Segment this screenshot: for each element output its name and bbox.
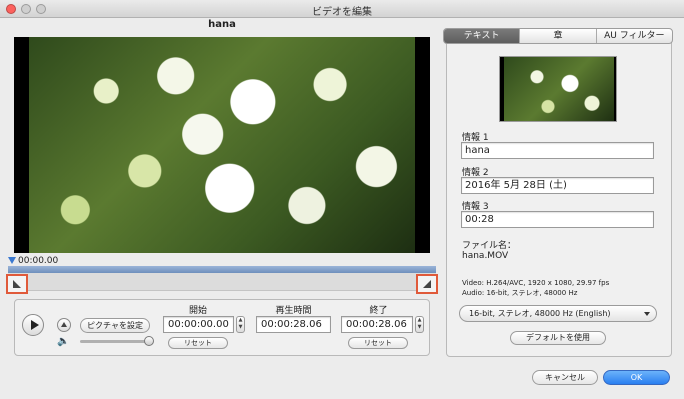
start-label: 開始 <box>188 306 207 316</box>
audio-track-select[interactable]: 16-bit, ステレオ, 48000 Hz (English) <box>459 305 657 322</box>
play-button[interactable] <box>22 314 44 336</box>
start-stepper[interactable]: ▲ ▼ <box>236 316 245 333</box>
video-title: hana <box>208 19 236 30</box>
thumbnail-image <box>499 56 617 122</box>
tab-text[interactable]: テキスト <box>444 29 521 43</box>
volume-icon: 🔈 <box>57 336 70 347</box>
current-time: 00:00.00 <box>18 256 59 266</box>
video-spec-text: Video: H.264/AVC, 1920 x 1080, 29.97 fps <box>462 279 610 287</box>
trim-start-marker[interactable] <box>6 274 28 294</box>
set-picture-button[interactable]: ピクチャを設定 <box>80 318 150 333</box>
info1-field[interactable]: hana <box>461 142 654 159</box>
playhead-timecode: 00:00.00 <box>8 256 58 266</box>
video-preview <box>14 37 430 253</box>
tab-bar: テキスト 章 AU フィルター <box>443 28 673 44</box>
ok-button[interactable]: OK <box>603 370 670 385</box>
audio-spec-text: Audio: 16-bit, ステレオ, 48000 Hz <box>462 289 578 297</box>
duration-label: 再生時間 <box>275 306 312 316</box>
use-default-button[interactable]: デフォルトを使用 <box>510 331 606 345</box>
tab-chapters[interactable]: 章 <box>520 29 597 43</box>
end-flag-icon <box>423 280 431 288</box>
title-bar: ビデオを編集 <box>0 0 684 18</box>
audio-track-value: 16-bit, ステレオ, 48000 Hz (English) <box>469 309 611 318</box>
eject-icon[interactable] <box>57 318 71 332</box>
start-reset-button[interactable]: リセット <box>168 337 228 349</box>
end-reset-button[interactable]: リセット <box>348 337 408 349</box>
trim-end-marker[interactable] <box>416 274 438 294</box>
info3-field[interactable]: 00:28 <box>461 211 654 228</box>
video-frame-image <box>29 37 415 253</box>
start-flag-icon <box>13 280 21 288</box>
cancel-button[interactable]: キャンセル <box>532 370 598 385</box>
duration-field: 00:00:28.06 <box>256 316 331 333</box>
volume-slider[interactable] <box>80 340 152 343</box>
thumbnail-picture <box>504 57 614 121</box>
window-title: ビデオを編集 <box>312 7 372 18</box>
filename-value: hana.MOV <box>462 251 509 261</box>
playhead-icon[interactable] <box>8 257 16 264</box>
dropdown-arrow-icon <box>644 312 650 316</box>
volume-knob[interactable] <box>144 336 154 346</box>
tab-au-filter[interactable]: AU フィルター <box>597 29 672 43</box>
filename-label: ファイル名： <box>462 241 517 251</box>
info2-field[interactable]: 2016年 5月 28日 (土) <box>461 177 654 194</box>
timeline-track[interactable] <box>8 266 436 273</box>
end-time-field[interactable]: 00:00:28.06 <box>341 316 413 333</box>
end-stepper[interactable]: ▲ ▼ <box>415 316 424 333</box>
end-label: 終了 <box>369 306 388 316</box>
start-time-field[interactable]: 00:00:00.00 <box>163 316 234 333</box>
trim-bar[interactable] <box>8 273 436 291</box>
